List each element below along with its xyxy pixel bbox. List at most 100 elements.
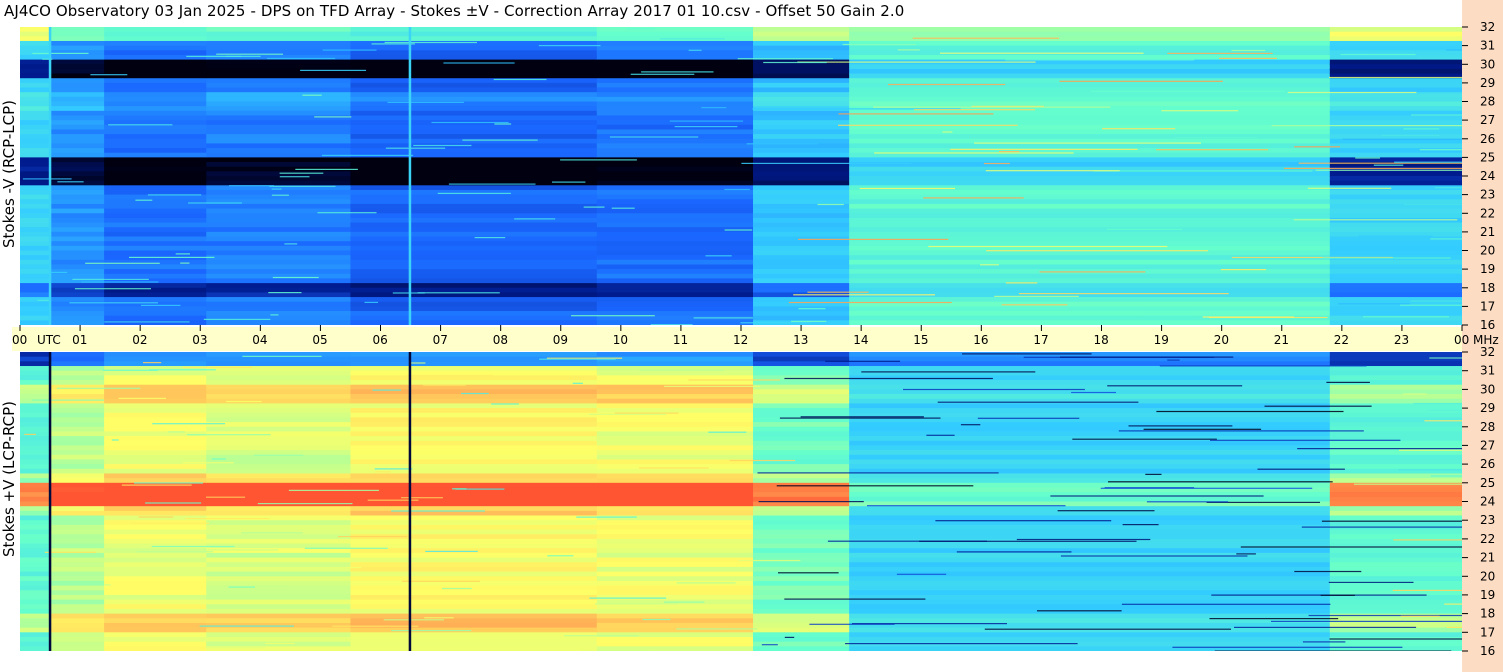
bottom-cell [849,562,1331,568]
bottom-cell [20,618,51,624]
top-cell [753,213,850,219]
bottom-cell [1329,431,1462,437]
top-cell [753,152,850,158]
top-cell [753,110,850,117]
top-streak [175,253,190,255]
top-cell [350,96,598,103]
bottom-cell [1329,613,1462,619]
top-segment-7 [849,27,1331,325]
bottom-cell [596,520,754,526]
bottom-cell [20,370,51,376]
bottom-streak [1172,646,1403,648]
bottom-streak [241,532,303,534]
top-cell [104,292,207,298]
bottom-cell [753,636,850,643]
bottom-streak [424,617,454,619]
bottom-cell [1329,641,1462,647]
top-cell [206,171,352,177]
top-streak [688,49,702,51]
top-cell [50,96,105,103]
top-vertical-artefact [48,27,52,325]
bottom-streak [151,545,235,548]
top-cell [20,45,51,51]
bottom-cell [20,529,51,535]
top-cell [20,250,51,256]
top-cell [50,217,105,224]
top-cell [596,241,754,247]
bottom-streak [956,551,1072,553]
top-streak [1294,146,1340,148]
bottom-cell [849,576,1331,582]
bottom-cell [50,534,105,540]
bottom-cell [206,482,352,489]
bottom-streak [809,623,895,625]
bottom-cell [596,482,754,489]
bottom-streak [594,603,679,605]
top-cell [50,68,105,75]
bottom-streak [663,601,705,603]
top-streak [1373,164,1404,166]
top-streak [384,41,477,44]
top-cell [20,27,51,33]
bottom-cell [20,389,51,395]
top-segment-4 [350,27,598,325]
top-streak [269,185,336,187]
bottom-cell [20,552,51,559]
bottom-cell [849,398,1331,404]
top-streak [417,292,500,294]
top-cell [104,199,207,205]
bottom-cell [1329,496,1462,503]
bottom-cell [50,436,105,442]
top-cell [1329,166,1462,172]
bottom-cell [50,473,105,479]
bottom-cell [20,454,51,461]
top-cell [350,162,598,168]
top-cell [753,278,850,284]
bottom-streak [143,362,162,364]
bottom-cell [104,403,207,409]
top-cell [849,306,1331,312]
bottom-cell [50,632,105,638]
top-cell [20,92,51,98]
bottom-cell [753,422,850,428]
bottom-cell [596,510,754,517]
top-streak [873,106,1111,108]
bottom-cell [50,590,105,596]
top-cell [596,124,754,131]
bottom-cell [104,440,207,447]
top-cell [849,203,1331,210]
bottom-streak [935,520,1112,522]
bottom-cell [206,641,352,647]
bottom-cell [206,412,352,418]
top-cell [596,236,754,242]
bottom-cell [20,361,51,367]
bottom-cell [50,599,105,605]
top-cell [849,40,1331,47]
bottom-cell [753,632,850,638]
bottom-cell [206,594,352,601]
bottom-cell [596,436,754,442]
top-cell [206,129,352,135]
bottom-streak [1400,615,1440,617]
top-cell [1329,227,1462,233]
top-streak [552,181,586,183]
top-cell [20,143,51,149]
bottom-cell [753,384,850,390]
top-streak [817,203,844,206]
top-cell [350,171,598,177]
bottom-cell [104,538,207,545]
top-cell [104,320,207,325]
bottom-streak [1320,594,1355,596]
top-cell [206,148,352,154]
top-streak [69,302,158,304]
top-streak [22,178,72,180]
top-cell [20,301,51,307]
bottom-cell [596,646,754,651]
top-cell [20,68,51,75]
bottom-cell [753,608,850,615]
bottom-cell [50,566,105,573]
top-cell [753,54,850,61]
top-cell [849,189,1331,196]
bottom-cell [1329,552,1462,559]
top-cell [596,273,754,280]
